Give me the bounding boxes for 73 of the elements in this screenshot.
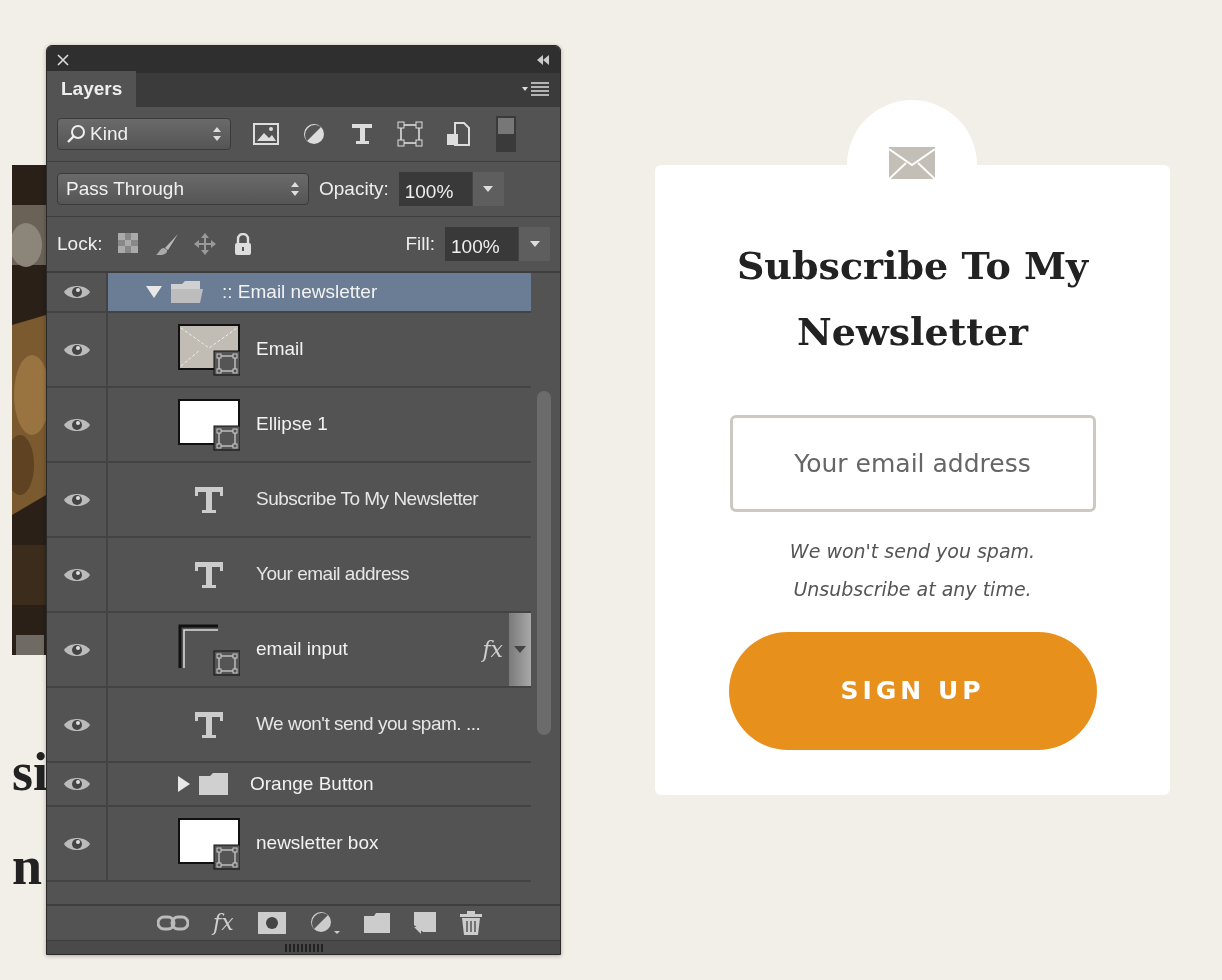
document-filter-icon[interactable] — [445, 121, 471, 147]
search-icon — [66, 124, 86, 144]
link-icon[interactable] — [157, 914, 189, 932]
layer-name: Subscribe To My Newsletter — [256, 487, 479, 512]
lock-transparency-icon[interactable] — [118, 233, 141, 255]
layer-row[interactable]: Orange Button — [47, 763, 531, 807]
panel-menu-icon[interactable] — [522, 82, 550, 98]
caret-icon — [514, 646, 526, 653]
layer-row[interactable]: email input fx — [47, 613, 531, 688]
image-filter-icon[interactable] — [253, 121, 279, 147]
collapse-icon[interactable] — [536, 54, 550, 65]
trash-icon[interactable] — [459, 911, 482, 935]
collapse-triangle-icon[interactable] — [178, 776, 190, 792]
layer-row[interactable]: We won't send you spam. ... — [47, 688, 531, 763]
layer-name: newsletter box — [256, 831, 379, 856]
shape-thumbnail — [178, 623, 240, 676]
opacity-field[interactable]: 100% — [398, 172, 472, 206]
shape-thumbnail — [178, 398, 240, 451]
close-icon[interactable] — [57, 53, 69, 66]
layer-name: Orange Button — [250, 771, 374, 796]
effects-expand-button[interactable] — [509, 613, 531, 686]
layer-name: Ellipse 1 — [256, 412, 328, 437]
layer-row[interactable]: Ellipse 1 — [47, 388, 531, 463]
type-filter-icon[interactable] — [349, 121, 375, 147]
stepper-icon — [212, 126, 222, 142]
layer-row[interactable]: Your email address — [47, 538, 531, 613]
expand-triangle-icon[interactable] — [146, 286, 162, 298]
filter-kind-select[interactable]: Kind — [57, 118, 231, 150]
heading-fragment: si — [12, 745, 46, 799]
lock-label: Lock: — [57, 231, 103, 256]
new-layer-icon[interactable] — [413, 912, 436, 934]
shape-thumbnail — [178, 817, 240, 870]
adjustment-filter-icon[interactable] — [301, 121, 327, 147]
folder-icon — [170, 280, 204, 304]
layer-row[interactable]: newsletter box — [47, 807, 531, 882]
caret-icon — [483, 186, 494, 192]
adjustment-layer-icon[interactable] — [309, 911, 340, 935]
caret-icon — [529, 241, 540, 247]
add-effect-button[interactable]: fx — [213, 912, 234, 934]
text-layer-icon — [194, 710, 224, 739]
email-field[interactable]: Your email address — [729, 415, 1096, 512]
blend-mode-select[interactable]: Pass Through — [57, 173, 309, 205]
envelope-thumbnail — [178, 323, 240, 376]
filter-toggle-switch[interactable] — [493, 116, 519, 152]
privacy-note: We won't send you spam. Unsubscribe at any time. — [788, 539, 1037, 602]
layer-name: :: Email newsletter — [222, 279, 378, 304]
layer-name: We won't send you spam. ... — [256, 712, 481, 737]
layer-name: email input — [256, 637, 348, 662]
move-icon[interactable] — [194, 233, 217, 255]
newsletter-title: Subscribe To My Newsletter — [735, 242, 1090, 356]
text-layer-icon — [194, 560, 224, 589]
eye-icon[interactable] — [62, 775, 91, 793]
opacity-label: Opacity: — [319, 176, 389, 201]
envelope-icon — [889, 147, 935, 179]
layer-row[interactable]: Email — [47, 313, 531, 388]
fill-label: Fill: — [405, 231, 435, 256]
heading-fragment: n — [12, 839, 44, 893]
layer-name: Your email address — [256, 562, 409, 587]
eye-icon[interactable] — [62, 283, 91, 301]
effects-indicator: fx — [482, 636, 503, 664]
fill-field[interactable]: 100% — [445, 227, 518, 261]
shape-filter-icon[interactable] — [397, 121, 423, 147]
layer-name: Email — [256, 337, 304, 362]
layers-tab[interactable]: Layers — [47, 70, 137, 107]
fill-dropdown-button[interactable] — [518, 227, 550, 261]
text-layer-icon — [194, 485, 224, 514]
scrollbar-thumb[interactable] — [537, 391, 551, 735]
resize-grip[interactable] — [284, 943, 323, 952]
stepper-icon — [290, 181, 300, 197]
layer-row[interactable]: Subscribe To My Newsletter — [47, 463, 531, 538]
mask-icon[interactable] — [257, 912, 286, 934]
folder-icon[interactable] — [363, 913, 390, 933]
opacity-dropdown-button[interactable] — [471, 172, 504, 206]
